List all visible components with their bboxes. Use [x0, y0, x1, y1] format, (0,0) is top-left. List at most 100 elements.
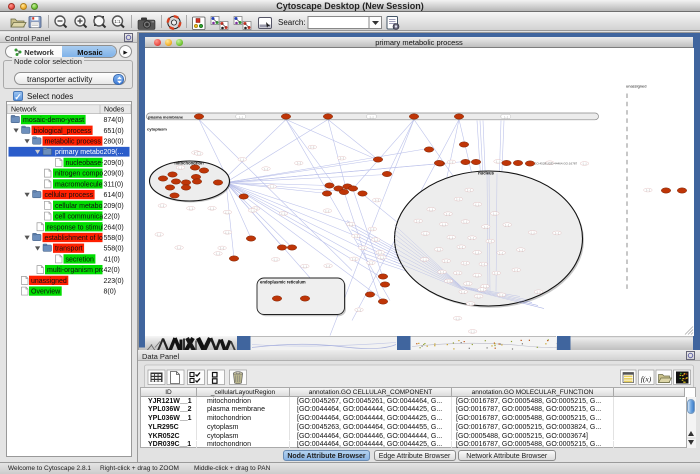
svg-text:[...]: [...]	[378, 250, 382, 254]
svg-text:[...]: [...]	[370, 115, 374, 119]
svg-text:primary metabo: primary metabo	[55, 149, 104, 156]
svg-text:[...]: [...]	[352, 257, 356, 261]
svg-text:[...]: [...]	[220, 246, 224, 250]
svg-text:[...]: [...]	[282, 212, 286, 216]
svg-text:[...]: [...]	[189, 206, 193, 210]
svg-text:[...]: [...]	[496, 160, 500, 164]
svg-text:[...]: [...]	[466, 282, 470, 286]
svg-text:[...]: [...]	[371, 227, 375, 231]
svg-text:[...]: [...]	[480, 288, 484, 292]
svg-text:biological_process: biological_process	[34, 128, 92, 135]
svg-text:[...]: [...]	[457, 197, 461, 201]
svg-text:[...]: [...]	[416, 219, 420, 223]
svg-text:8(0): 8(0)	[104, 289, 116, 296]
svg-text:Search:: Search:	[278, 18, 306, 27]
svg-text:nucleobase-: nucleobase-	[66, 160, 105, 167]
svg-text:[...]: [...]	[429, 207, 433, 211]
svg-text:[...]: [...]	[450, 160, 454, 164]
svg-text:nitrogen compo: nitrogen compo	[55, 171, 103, 178]
svg-text:558(0): 558(0)	[104, 246, 124, 253]
svg-text:[...]: [...]	[461, 290, 465, 294]
svg-text:[...]: [...]	[442, 222, 446, 226]
svg-text:[...]: [...]	[555, 231, 559, 235]
svg-text:Nodes: Nodes	[104, 106, 125, 113]
svg-text:[...]: [...]	[210, 206, 214, 210]
svg-text:macromolecule: macromolecule	[55, 181, 103, 188]
svg-text:[...]: [...]	[239, 115, 243, 119]
svg-text:[...]: [...]	[374, 238, 378, 242]
svg-text:cellular process: cellular process	[45, 192, 94, 199]
svg-text:[...]: [...]	[361, 246, 365, 250]
svg-text:[...]: [...]	[424, 232, 428, 236]
svg-text:209(0): 209(0)	[104, 203, 124, 210]
svg-text:[...]: [...]	[326, 209, 330, 213]
svg-text:[...]: [...]	[456, 271, 460, 275]
svg-text:[...]: [...]	[463, 261, 467, 265]
svg-text:[...]: [...]	[354, 234, 358, 238]
svg-text:[...]: [...]	[467, 188, 471, 192]
svg-text:[...]: [...]	[470, 236, 474, 240]
svg-text:[...]: [...]	[251, 209, 255, 213]
svg-text:614(0): 614(0)	[104, 192, 124, 199]
svg-text:nucleus: nucleus	[478, 170, 494, 175]
svg-text:[...]: [...]	[537, 290, 541, 294]
svg-text:[...]: [...]	[531, 231, 535, 235]
svg-text:[...]: [...]	[447, 279, 451, 283]
svg-text:209(...: 209(...	[104, 149, 124, 156]
svg-text:[...]: [...]	[375, 198, 379, 202]
svg-text:endoplasmic reticulum: endoplasmic reticulum	[260, 280, 306, 285]
svg-text:multi-organism pro: multi-organism pro	[47, 267, 105, 274]
svg-text:[...]: [...]	[459, 245, 463, 249]
svg-text:[...]: [...]	[197, 152, 201, 156]
svg-text:[...]: [...]	[484, 225, 488, 229]
svg-text:223(0): 223(0)	[104, 278, 124, 285]
svg-text:[...]: [...]	[504, 115, 508, 119]
svg-text:209(0): 209(0)	[104, 160, 124, 167]
svg-text:metabolic process: metabolic process	[45, 139, 102, 146]
svg-text:cell communicat: cell communicat	[55, 214, 105, 221]
svg-text:unassigned: unassigned	[626, 84, 646, 89]
svg-text:[...]: [...]	[177, 246, 181, 250]
svg-text:209(0): 209(0)	[104, 171, 124, 178]
svg-text:22(0): 22(0)	[104, 214, 120, 221]
svg-text:[...]: [...]	[437, 247, 441, 251]
svg-text:[...]: [...]	[440, 270, 444, 274]
svg-text:[...]: [...]	[340, 156, 344, 160]
svg-text:[...]: [...]	[505, 223, 509, 227]
svg-text:Network: Network	[11, 106, 37, 113]
svg-text:[...]: [...]	[326, 264, 330, 268]
svg-text:[...]: [...]	[226, 210, 230, 214]
svg-text:[...]: [...]	[297, 161, 301, 165]
svg-text:[...]: [...]	[444, 259, 448, 263]
svg-text:[...]: [...]	[423, 258, 427, 262]
svg-text:unassigned: unassigned	[31, 278, 67, 285]
svg-text:[...]: [...]	[514, 268, 518, 272]
svg-text:mosaic-demo-yeast: mosaic-demo-yeast	[23, 117, 84, 124]
svg-text:[...]: [...]	[493, 212, 497, 216]
svg-text:[...]: [...]	[646, 188, 650, 192]
svg-text:[...]: [...]	[270, 185, 274, 189]
svg-text:[...]: [...]	[369, 261, 373, 265]
svg-text:[...]: [...]	[488, 239, 492, 243]
svg-text:[...]: [...]	[476, 202, 480, 206]
svg-text:[...]: [...]	[475, 273, 479, 277]
svg-text:[...]: [...]	[157, 233, 161, 237]
svg-text:[...]: [...]	[475, 251, 479, 255]
svg-text:558(0): 558(0)	[104, 235, 124, 242]
svg-text:[...]: [...]	[477, 294, 481, 298]
svg-text:[...]: [...]	[179, 166, 183, 170]
svg-text:[...]: [...]	[449, 235, 453, 239]
svg-text:cytoplasm: cytoplasm	[147, 127, 167, 132]
svg-text:[...]: [...]	[357, 308, 361, 312]
svg-text:[...]: [...]	[446, 212, 450, 216]
svg-text:[...]: [...]	[471, 330, 475, 334]
svg-text:plasma membrane: plasma membrane	[148, 114, 184, 119]
svg-text:874(0): 874(0)	[104, 117, 124, 124]
svg-text:264(0): 264(0)	[104, 224, 124, 231]
svg-text:[...]: [...]	[349, 222, 353, 226]
svg-text:[...]: [...]	[464, 220, 468, 224]
svg-text:[...]: [...]	[583, 162, 587, 166]
svg-text:41(0): 41(0)	[104, 256, 120, 263]
svg-text:280(0): 280(0)	[104, 139, 124, 146]
svg-text:transport: transport	[55, 246, 83, 253]
